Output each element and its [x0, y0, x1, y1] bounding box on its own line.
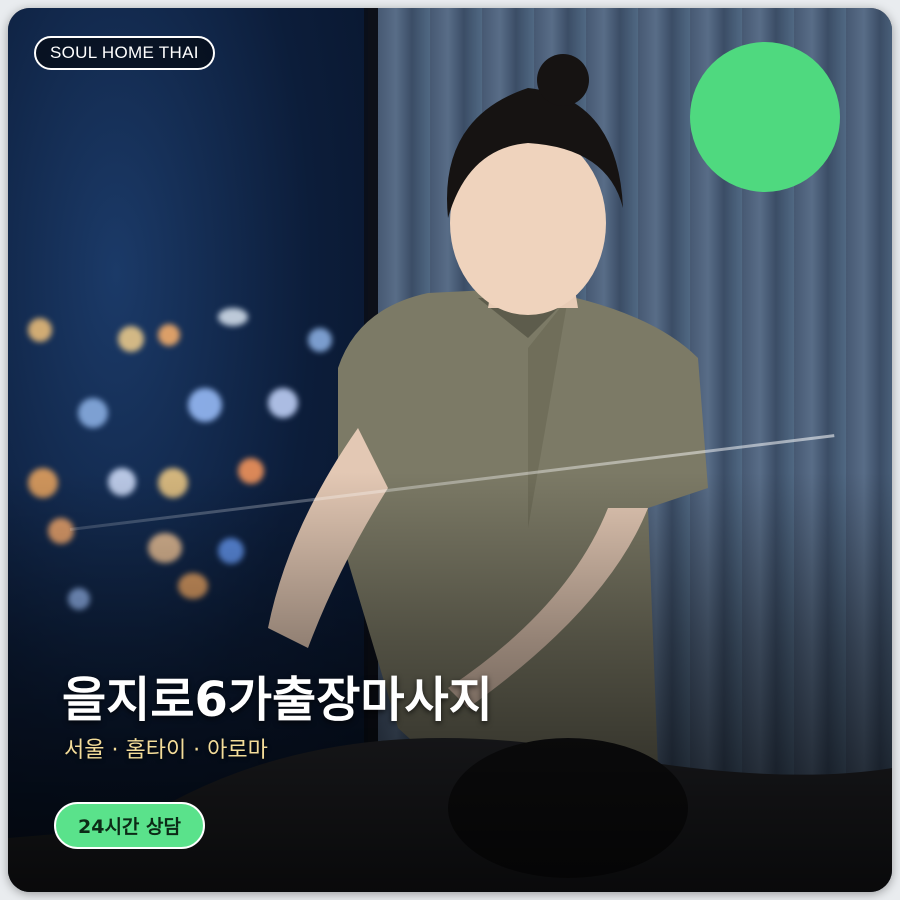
promo-card: SOUL HOME THAI 을지로6가출장마사지 서울 · 홈타이 · 아로마… [8, 8, 892, 892]
hero-subtitle: 서울 · 홈타이 · 아로마 [64, 738, 268, 763]
hero-title: 을지로6가출장마사지 [62, 672, 493, 728]
consult-button[interactable]: 24시간 상담 [54, 802, 205, 849]
brand-badge: SOUL HOME THAI [34, 36, 215, 70]
status-dot [690, 42, 840, 192]
